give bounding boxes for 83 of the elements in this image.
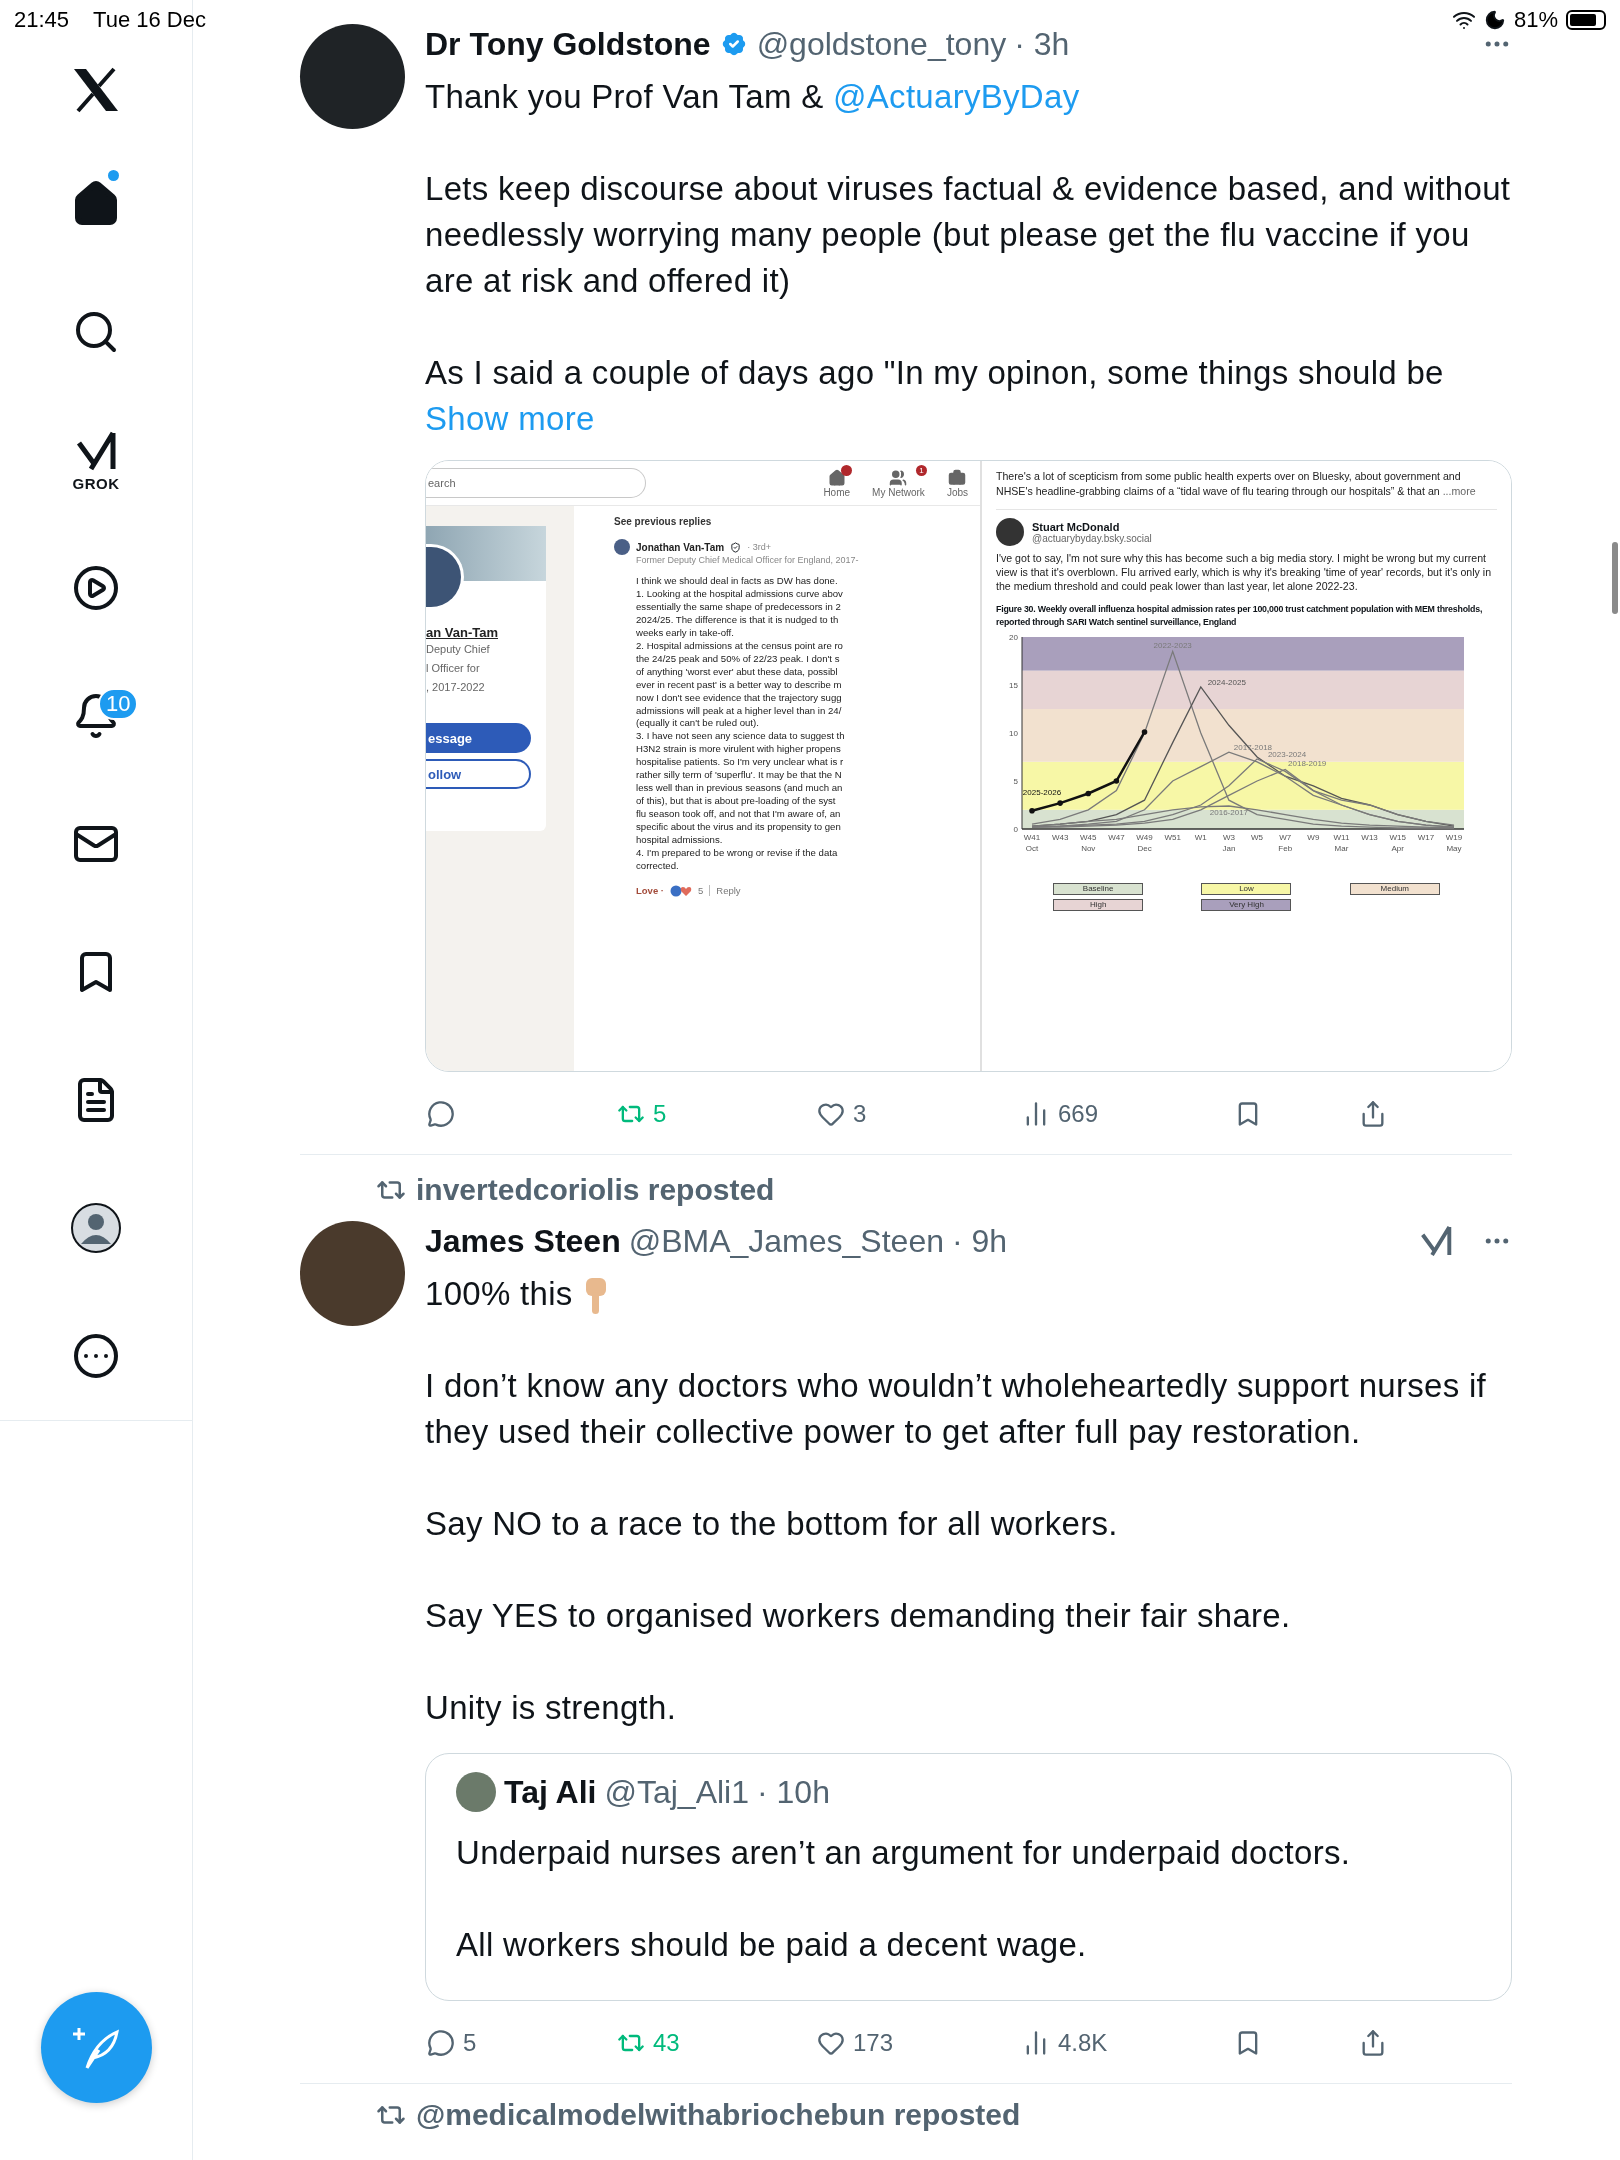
x-tick-label: W15 [1389, 832, 1406, 842]
tweet-text: I don’t know any doctors who wouldn’t wholeheartedly support nurses if they used their collective power to get after full pay restoration. [425, 1366, 1488, 1452]
author-handle: @actuarybyday.bsky.social [1032, 532, 1152, 544]
author-name: Taj Ali [504, 1773, 597, 1811]
y-tick-label: 10 [1009, 728, 1018, 738]
x-tick-label: W11 [1333, 832, 1350, 842]
legend-key: Very High [1201, 898, 1292, 911]
month-label: Nov [1081, 843, 1096, 853]
nav-badge: 1 [915, 464, 927, 476]
tweet-text: As I said a couple of days ago "In my opinon, some things should be Show more [425, 353, 1445, 439]
status-time: 21:45 [14, 7, 70, 33]
x-tick-label: W17 [1417, 832, 1435, 842]
tweet-text: Thank you Prof Van Tam & @ActuaryByDay [425, 77, 1081, 117]
nav-label: My Network [872, 486, 925, 498]
month-label: Dec [1137, 843, 1152, 853]
reaction-count: 5 [698, 885, 704, 897]
post-time: · 10h [757, 1773, 830, 1811]
y-tick-label: 0 [1013, 824, 1018, 834]
tweet-text: Say YES to organised workers demanding their fair share. [425, 1596, 1292, 1636]
x-tick-label: W45 [1080, 832, 1097, 842]
comment-text: I think we should deal in facts as DW has done. 1. Looking at the hospital admissions curve abov essentially the same shape of predecessors in 2 2024/25. The difference is that it is nudged to th weeks early in take-off. 2. Hospital admissions at the census point are ro the 24/25 peak and 50% of 22/23 peak. I don't s of anything 'worst ever' abut these data, possibl ever in recent past' is a better way to describe m now I don't see evidence that the trajectory sugg admissions will peak at a higher level than in 24/ (equally it can't be ruled out). 3. I have not seen any science data to suggest th H3N2 strain is more virulent with higher propens hospitalise patients. So I'm very unclear what is r rather silly term of 'superflu'. It may be that the N less well than in previous seasons (and much an of this), but that is about pre-loading of the syst flu season took off, and not that I'm aware of, an specific about the virus and its propensity to gen hospital admissions. 4. I'm prepared to be wrong or revise if the data corrected. [636, 575, 846, 873]
month-label: Oct [1025, 843, 1039, 853]
tweet-text: 100% this [425, 1271, 1512, 1317]
x-tick-label: W13 [1361, 832, 1378, 842]
comment-headline: Former Deputy Chief Medical Officer for England, 2017- [636, 555, 860, 565]
post-text: I've got to say, I'm not sure why this has become such a big media story. I might be wrong but my current view is that it's overblown. Flu arrived early, which is why it's breaking 'time of year' records, but it's only in the medium threshold and could peak lower than last year, let alone 2022-23. [996, 552, 1493, 594]
post-time: · 9h [951, 1222, 1008, 1260]
y-tick-label: 15 [1009, 680, 1018, 690]
y-tick-label: 5 [1013, 776, 1018, 786]
x-tick-label: W51 [1164, 832, 1181, 842]
x-tick-label: W7 [1279, 832, 1292, 842]
grok-label: GROK [72, 474, 120, 492]
tweet-text: Unity is strength. [425, 1688, 678, 1728]
nav-label: Home [823, 486, 851, 498]
notification-count: 10 [98, 688, 139, 720]
legend-key: Medium [1349, 882, 1440, 895]
post-time: · 3h [1014, 25, 1070, 63]
series-label: 2022-2023 [1153, 641, 1192, 650]
author-handle: @Taj_Ali1 [604, 1773, 749, 1811]
x-tick-label: W1 [1194, 832, 1207, 842]
month-label: Jan [1222, 843, 1236, 853]
series-label: 2018-2019 [1288, 759, 1327, 769]
profile-headline: l Officer for [426, 661, 481, 676]
x-tick-label: W3 [1222, 832, 1235, 842]
series-label: 2023-2024 [1267, 749, 1307, 759]
month-label: Apr [1391, 843, 1404, 853]
x-tick-label: W5 [1251, 832, 1264, 842]
legend-key: Low [1201, 882, 1292, 895]
reply-link: Reply [716, 885, 741, 897]
series-label: 2016-2017 [1209, 807, 1249, 817]
x-tick-label: W19 [1445, 832, 1463, 842]
x-tick-label: W9 [1307, 832, 1320, 842]
author-name: Stuart McDonald [1032, 520, 1121, 533]
comment-author: Jonathan Van-Tam [636, 541, 725, 553]
see-previous-replies: See previous replies [614, 516, 713, 527]
quote-text: All workers should be paid a decent wage. [456, 1925, 1088, 1965]
legend-key: Baseline [1053, 882, 1144, 895]
quote-text: Underpaid nurses aren’t an argument for underpaid doctors. [456, 1833, 1352, 1873]
tweet-text: Say NO to a race to the bottom for all workers. [425, 1504, 1119, 1544]
profile-button: essage [426, 723, 531, 753]
month-label: Feb [1278, 843, 1293, 853]
x-tick-label: W47 [1108, 832, 1125, 842]
status-date: Tue 16 Dec [93, 7, 206, 33]
profile-name: an Van-Tam [426, 625, 499, 640]
nav-label: Jobs [946, 486, 968, 498]
profile-headline: , 2017-2022 [426, 680, 486, 695]
legend-key: High [1053, 898, 1144, 911]
month-label: Mar [1334, 843, 1349, 853]
chart-title: Figure 30. Weekly overall influenza hospital admission rates per 100,000 trust catchment population with MEM thresholds, reported through SARI Watch sentinel surveillance, England [996, 603, 1484, 629]
profile-headline: Deputy Chief [426, 642, 491, 657]
reaction-label: Love · [636, 885, 664, 897]
series-label: 2024-2025 [1207, 677, 1246, 687]
tweet-text: Lets keep discourse about viruses factual & evidence based, and without needlessly worrying many people (but please get the flu vaccine if you are at risk and offered it) [425, 169, 1512, 301]
x-tick-label: W49 [1136, 832, 1153, 842]
y-tick-label: 20 [1009, 632, 1018, 642]
x-tick-label: W43 [1051, 832, 1069, 842]
month-label: May [1446, 843, 1462, 853]
x-tick-label: W41 [1023, 832, 1041, 842]
battery-percent: 81% [1513, 7, 1558, 33]
connection-degree: · 3rd+ [747, 542, 771, 552]
post-text: There's a lot of scepticism from some public health experts over on Bluesky, about government and NHSE's headline-grabbing claims of a “tidal wave of flu tearing through our hospitals” & that an ...more [996, 469, 1477, 499]
series-label: 2025-2026 [1022, 787, 1062, 797]
profile-button: ollow [426, 759, 531, 789]
